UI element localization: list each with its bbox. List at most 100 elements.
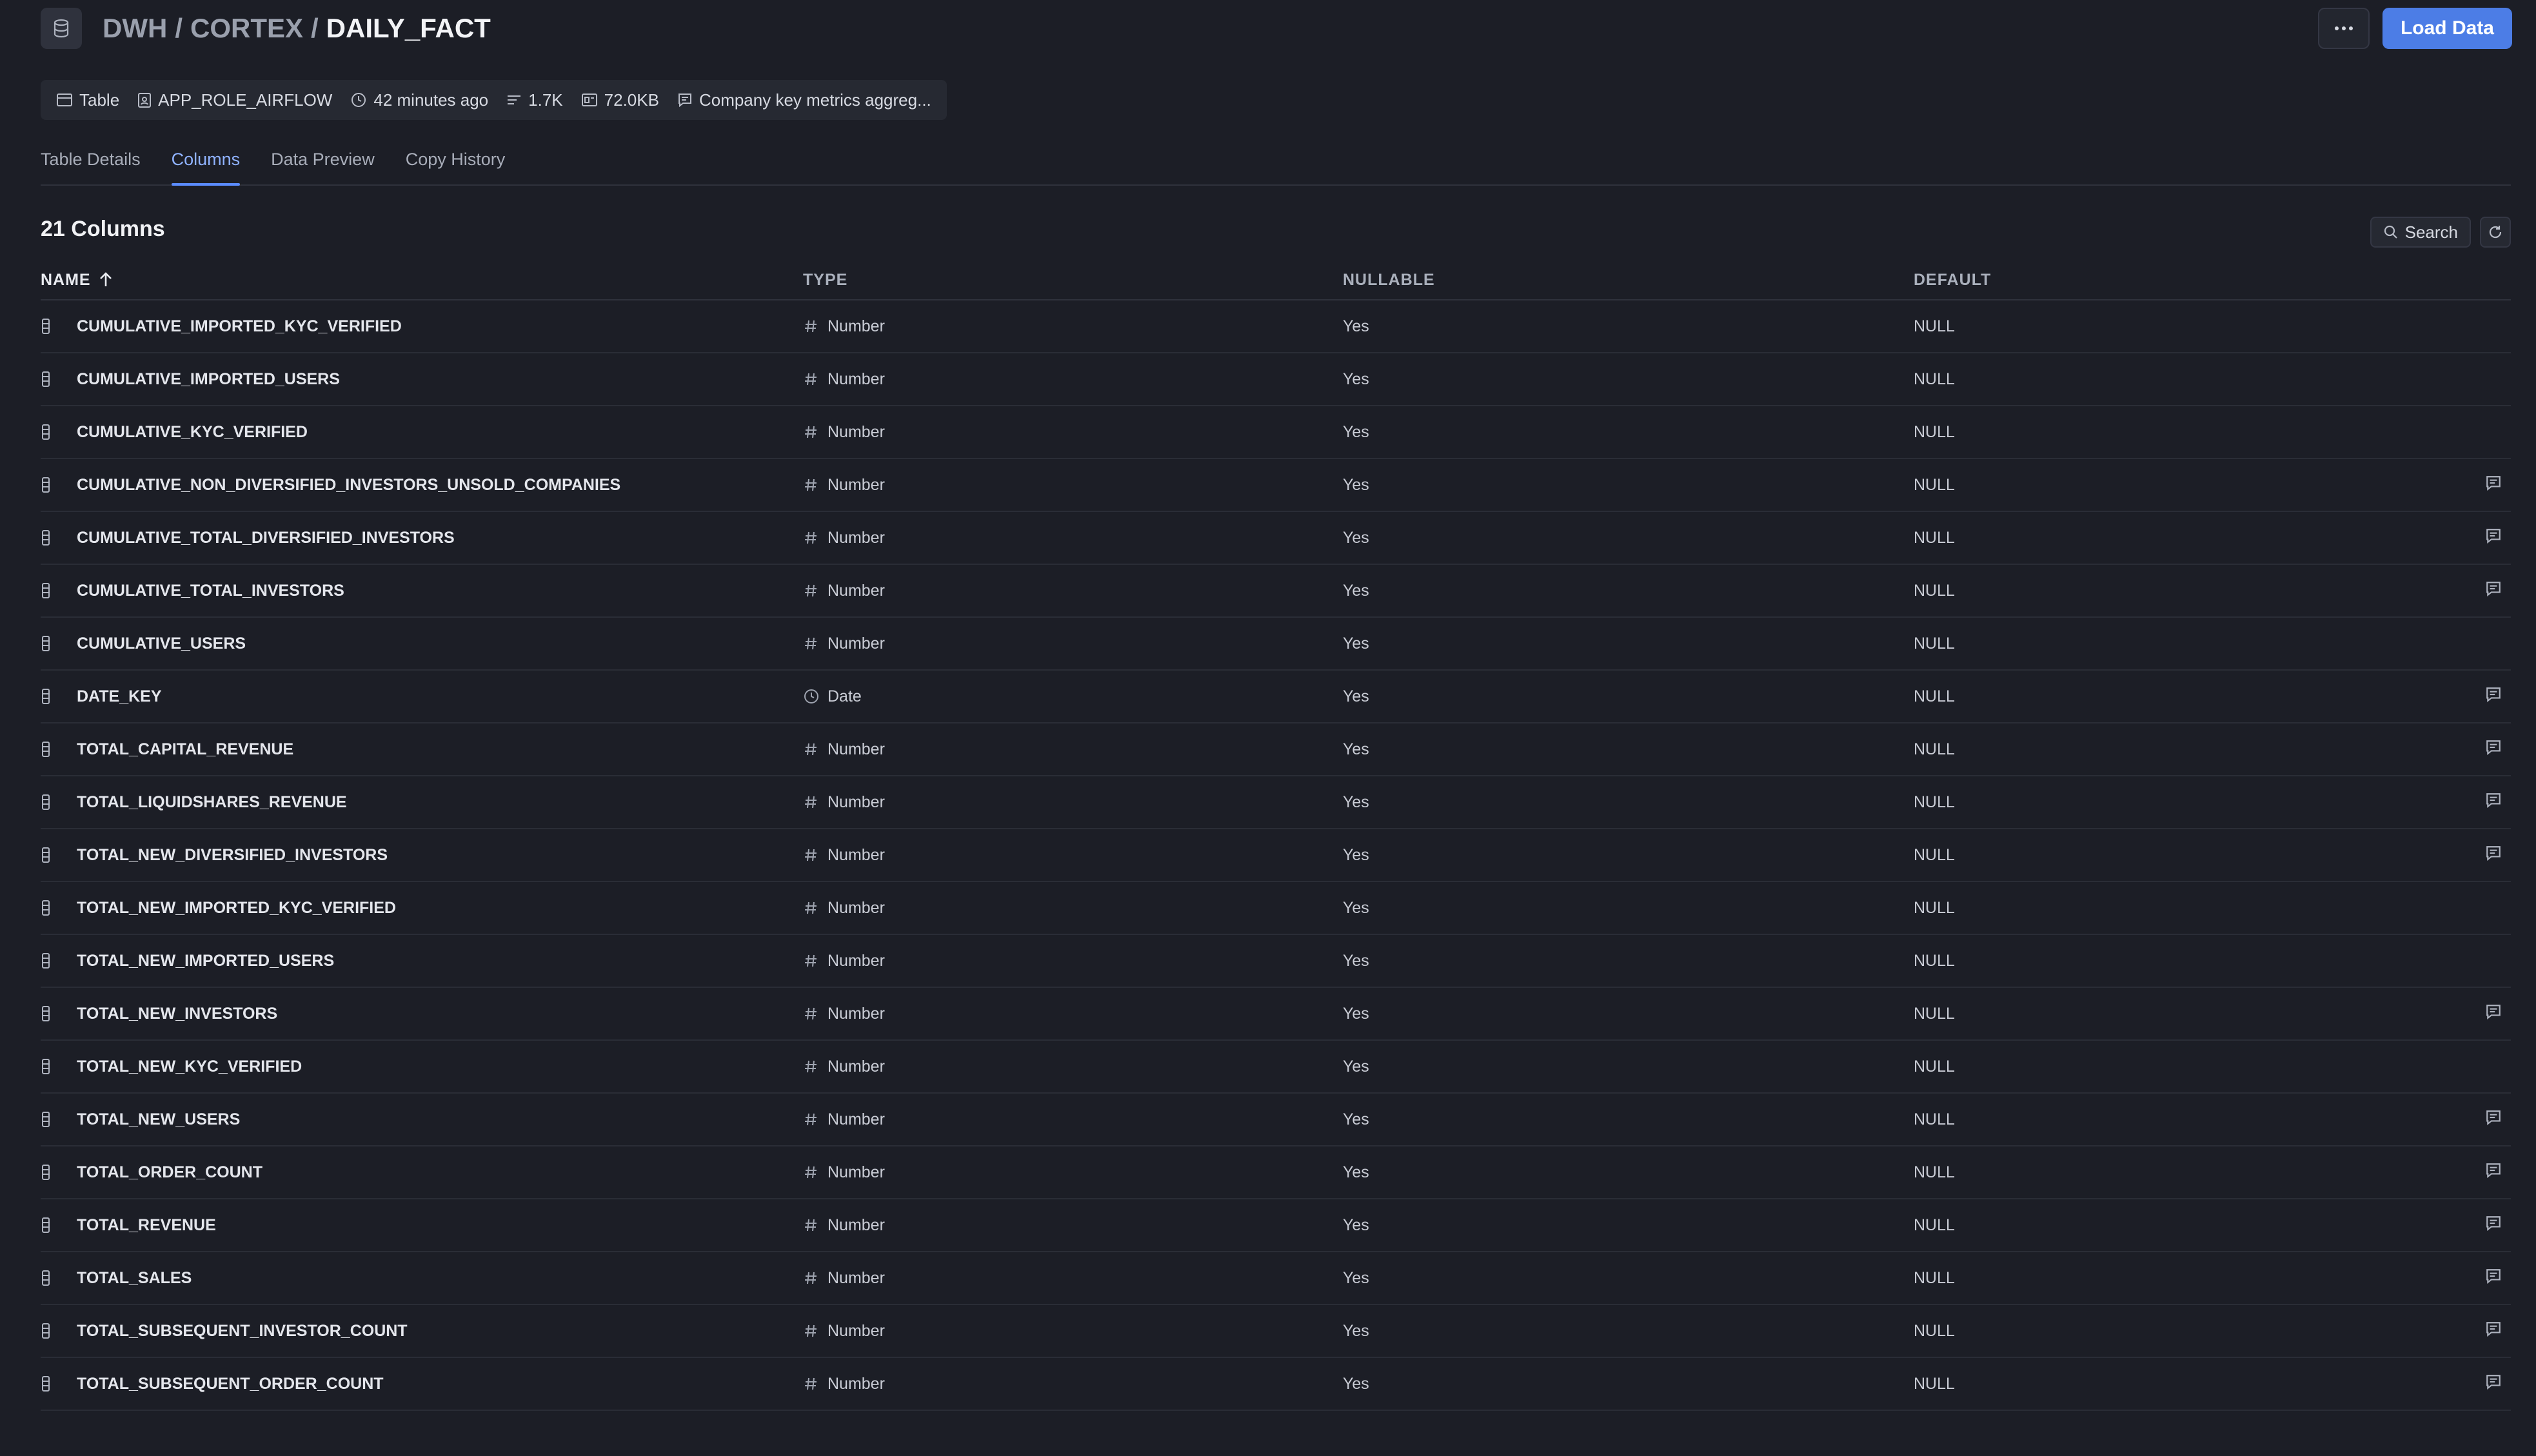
table-row[interactable]: TOTAL_ORDER_COUNT Number Yes NULL	[41, 1146, 2511, 1199]
comment-icon[interactable]	[2485, 580, 2502, 602]
cell-name: TOTAL_NEW_KYC_VERIFIED	[41, 1058, 803, 1076]
column-default: NULL	[1914, 475, 1955, 494]
load-data-button[interactable]: Load Data	[2382, 8, 2512, 49]
cell-comment	[2476, 1268, 2511, 1289]
tab-data-preview[interactable]: Data Preview	[271, 146, 375, 184]
table-row[interactable]: CUMULATIVE_TOTAL_INVESTORS Number Yes NULL	[41, 565, 2511, 618]
tab-bar: Table Details Columns Data Preview Copy …	[41, 146, 2511, 186]
comment-icon[interactable]	[2485, 686, 2502, 707]
table-row[interactable]: CUMULATIVE_IMPORTED_USERS Number Yes NULL	[41, 353, 2511, 406]
column-type: Number	[827, 740, 885, 758]
table-row[interactable]: TOTAL_SUBSEQUENT_ORDER_COUNT Number Yes NUL…	[41, 1358, 2511, 1411]
header-type[interactable]: TYPE	[803, 271, 1343, 290]
cell-comment	[2476, 739, 2511, 760]
comment-icon[interactable]	[2485, 845, 2502, 866]
cell-name: DATE_KEY	[41, 687, 803, 706]
columns-count-title: 21 Columns	[41, 217, 165, 241]
cell-name: CUMULATIVE_TOTAL_INVESTORS	[41, 582, 803, 600]
sort-ascending-icon[interactable]	[99, 271, 113, 288]
meta-type: Table	[56, 90, 119, 110]
comment-icon[interactable]	[2485, 1268, 2502, 1289]
breadcrumb-cortex[interactable]: CORTEX	[190, 13, 303, 44]
column-name: TOTAL_CAPITAL_REVENUE	[77, 740, 294, 758]
hash-icon	[803, 1323, 827, 1339]
hash-icon	[803, 1217, 827, 1233]
table-header: NAME TYPE NULLABLE DEFAULT	[41, 261, 2511, 300]
hash-icon	[803, 900, 827, 916]
hash-icon	[803, 1112, 827, 1127]
cell-name: CUMULATIVE_IMPORTED_KYC_VERIFIED	[41, 317, 803, 336]
column-nullable: Yes	[1343, 422, 1369, 441]
table-row[interactable]: CUMULATIVE_KYC_VERIFIED Number Yes NULL	[41, 406, 2511, 459]
table-icon	[57, 93, 72, 106]
header-default[interactable]: DEFAULT	[1914, 271, 2476, 290]
table-row[interactable]: TOTAL_NEW_INVESTORS Number Yes NULL	[41, 988, 2511, 1041]
table-actions: Search	[2370, 217, 2511, 248]
column-type: Number	[827, 422, 885, 441]
header-name[interactable]: NAME	[41, 271, 803, 290]
table-row[interactable]: DATE_KEY Date Yes NULL	[41, 671, 2511, 723]
comment-icon[interactable]	[2485, 1003, 2502, 1025]
column-name: TOTAL_ORDER_COUNT	[77, 1163, 263, 1181]
hash-icon	[803, 1165, 827, 1180]
table-row[interactable]: TOTAL_SUBSEQUENT_INVESTOR_COUNT Number Yes…	[41, 1305, 2511, 1358]
table-row[interactable]: TOTAL_CAPITAL_REVENUE Number Yes NULL	[41, 723, 2511, 776]
cell-type: Date	[803, 687, 1343, 706]
comment-icon[interactable]	[2485, 739, 2502, 760]
table-row[interactable]: TOTAL_NEW_USERS Number Yes NULL	[41, 1094, 2511, 1146]
cell-type: Number	[803, 370, 1343, 389]
column-default: NULL	[1914, 740, 1955, 758]
table-row[interactable]: TOTAL_NEW_KYC_VERIFIED Number Yes NULL	[41, 1041, 2511, 1094]
tab-table-details[interactable]: Table Details	[41, 146, 141, 184]
table-row[interactable]: CUMULATIVE_IMPORTED_KYC_VERIFIED Number Ye…	[41, 300, 2511, 353]
table-row[interactable]: CUMULATIVE_NON_DIVERSIFIED_INVESTORS_UNS…	[41, 459, 2511, 512]
column-icon	[41, 1164, 77, 1181]
breadcrumb-dwh[interactable]: DWH	[103, 13, 167, 44]
table-row[interactable]: TOTAL_SALES Number Yes NULL	[41, 1252, 2511, 1305]
meta-comment-label: Company key metrics aggreg...	[698, 90, 931, 110]
meta-type-label: Table	[79, 90, 120, 110]
more-options-button[interactable]	[2317, 8, 2370, 49]
cell-type: Number	[803, 423, 1343, 442]
cell-comment	[2476, 686, 2511, 707]
table-row[interactable]: TOTAL_NEW_DIVERSIFIED_INVESTORS Number Yes…	[41, 829, 2511, 882]
column-name: TOTAL_REVENUE	[77, 1215, 216, 1234]
comment-icon[interactable]	[2485, 1373, 2502, 1395]
column-type: Date	[827, 687, 862, 705]
column-nullable: Yes	[1343, 634, 1369, 653]
column-name: TOTAL_SUBSEQUENT_ORDER_COUNT	[77, 1374, 384, 1393]
comment-icon[interactable]	[2485, 1162, 2502, 1183]
refresh-button[interactable]	[2480, 217, 2511, 248]
table-row[interactable]: TOTAL_REVENUE Number Yes NULL	[41, 1199, 2511, 1252]
column-name: CUMULATIVE_USERS	[77, 634, 246, 653]
column-nullable: Yes	[1343, 528, 1369, 547]
table-row[interactable]: TOTAL_NEW_IMPORTED_KYC_VERIFIED Number Yes…	[41, 882, 2511, 935]
column-icon	[41, 1270, 77, 1286]
column-name: CUMULATIVE_KYC_VERIFIED	[77, 422, 308, 441]
comment-icon[interactable]	[2485, 527, 2502, 549]
tab-copy-history[interactable]: Copy History	[406, 146, 506, 184]
comment-icon[interactable]	[2485, 1215, 2502, 1236]
comment-icon[interactable]	[2485, 475, 2502, 496]
hash-icon	[803, 847, 827, 863]
column-default: NULL	[1914, 1004, 1955, 1023]
table-row[interactable]: CUMULATIVE_TOTAL_DIVERSIFIED_INVESTORS Nu…	[41, 512, 2511, 565]
column-default: NULL	[1914, 1374, 1955, 1393]
column-nullable: Yes	[1343, 687, 1369, 705]
comment-icon[interactable]	[2485, 792, 2502, 813]
comment-icon[interactable]	[2485, 1321, 2502, 1342]
table-row[interactable]: TOTAL_LIQUIDSHARES_REVENUE Number Yes NULL	[41, 776, 2511, 829]
table-row[interactable]: TOTAL_NEW_IMPORTED_USERS Number Yes NULL	[41, 935, 2511, 988]
column-type: Number	[827, 1004, 885, 1023]
header-nullable[interactable]: NULLABLE	[1343, 271, 1914, 290]
clock-icon	[352, 93, 366, 107]
column-nullable: Yes	[1343, 740, 1369, 758]
cell-type: Number	[803, 1110, 1343, 1129]
column-icon	[41, 741, 77, 758]
page-title: DAILY_FACT	[326, 13, 491, 43]
search-button[interactable]: Search	[2370, 217, 2471, 248]
table-row[interactable]: CUMULATIVE_USERS Number Yes NULL	[41, 618, 2511, 671]
tab-columns[interactable]: Columns	[171, 146, 240, 186]
cell-type: Number	[803, 1058, 1343, 1076]
comment-icon[interactable]	[2485, 1109, 2502, 1130]
